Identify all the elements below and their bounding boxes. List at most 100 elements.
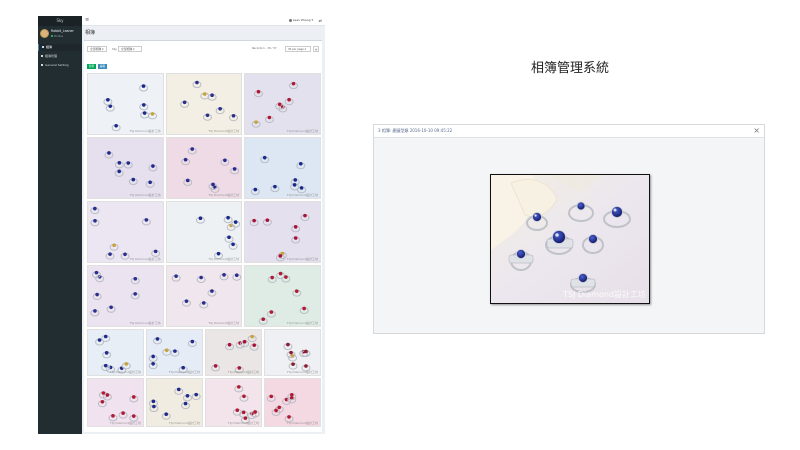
photo-grid: TSJ Diamond設計工坊 TSJ Diamond設計工坊 TSJ Diamon… <box>87 73 321 431</box>
photo-thumbnail[interactable]: TSJ Diamond設計工坊 <box>205 329 262 376</box>
content-box: 全部相簿 ▾ Sky 全部相簿 ▾ Records 1 - 30 / 37 30… <box>84 40 322 432</box>
system-title: 相簿管理系統 <box>530 61 609 76</box>
photo-thumbnail[interactable]: TSJ Diamond設計工坊 <box>244 265 321 327</box>
folder-icon <box>41 55 43 57</box>
sidebar-item-label: 相簿 <box>46 45 53 49</box>
brand-logo[interactable]: Sky <box>38 16 82 26</box>
photo-thumbnail[interactable]: TSJ Diamond設計工坊 <box>264 329 321 376</box>
thumbnail-art <box>90 270 140 317</box>
thumbnail-watermark: TSJ Diamond設計工坊 <box>208 193 240 197</box>
thumbnail-art <box>103 84 157 132</box>
topbar: ≡ Lean Zhang ▾ ⇄ <box>82 16 325 26</box>
sidebar: Sky Rabbit_Leaner Online 相簿 相簿管理 General… <box>38 16 82 434</box>
filter-row: 全部相簿 ▾ Sky 全部相簿 ▾ Records 1 - 30 / 37 30… <box>87 46 319 52</box>
per-page-select[interactable]: 30 per page ▾ <box>285 46 311 52</box>
photo-thumbnail[interactable]: TSJ Diamond設計工坊 <box>165 73 243 135</box>
album-icon <box>42 46 44 48</box>
thumbnail-art <box>195 215 240 260</box>
page-title: 相簿 <box>85 30 96 36</box>
thumbnail-art <box>259 271 309 325</box>
album-filter-value: 全部相簿 <box>90 47 102 51</box>
photo-thumbnail[interactable]: TSJ Diamond設計工坊 <box>244 137 321 199</box>
admin-app: Sky Rabbit_Leaner Online 相簿 相簿管理 General… <box>38 16 325 434</box>
user-icon <box>288 18 292 22</box>
photo-thumbnail[interactable]: TSJ Diamond設計工坊 <box>87 329 144 376</box>
photo-thumbnail[interactable]: TSJ Diamond設計工坊 <box>87 201 164 263</box>
thumbnail-art <box>232 385 260 424</box>
thumbnail-art <box>266 392 297 423</box>
thumbnail-art <box>171 273 241 309</box>
thumbnail-art <box>251 155 307 196</box>
sidebar-item-label: 相簿管理 <box>45 54 58 58</box>
photo-thumbnail[interactable]: TSJ Diamond設計工坊 <box>146 329 203 376</box>
photo-thumbnail[interactable]: TSJ Diamond設計工坊 <box>165 265 243 327</box>
photo-thumbnail[interactable]: TSJ Diamond設計工坊 <box>165 201 243 263</box>
category-filter-value: 全部相簿 <box>121 47 133 51</box>
thumbnail-watermark: TSJ Diamond設計工坊 <box>286 370 318 374</box>
modal-caption: 3 相簿: 產圖型類 2016-10-10 09:45:22 <box>378 128 453 133</box>
user-status: Online <box>51 34 63 38</box>
thumbnail-watermark: TSJ Diamond設計工坊 <box>227 421 259 425</box>
photo-thumbnail[interactable]: TSJ Diamond設計工坊 <box>87 378 144 427</box>
records-info: Records 1 - 30 / 37 <box>252 47 277 50</box>
thumbnail-watermark: TSJ Diamond設計工坊 <box>286 421 318 425</box>
thumbnail-art <box>251 81 299 128</box>
per-page-value: 30 per page <box>288 48 304 51</box>
photo-thumbnail[interactable]: TSJ Diamond設計工坊 <box>87 73 164 135</box>
close-icon[interactable]: × <box>753 126 760 136</box>
thumbnail-watermark: TSJ Diamond設計工坊 <box>227 370 259 374</box>
photo-thumbnail[interactable]: TSJ Diamond設計工坊 <box>264 378 321 427</box>
photo-thumbnail[interactable]: TSJ Diamond設計工坊 <box>165 137 243 199</box>
photo-frame: TSJ Diamond設計工坊 <box>490 174 650 304</box>
thumbnail-art <box>90 206 161 260</box>
share-icon[interactable]: ⇄ <box>319 18 322 23</box>
filter-label: Sky <box>112 47 117 51</box>
add-button[interactable]: + <box>313 46 319 52</box>
thumbnail-watermark: TSJ Diamond設計工坊 <box>109 370 141 374</box>
sidebar-item-album-admin[interactable]: 相簿管理 <box>38 53 82 60</box>
photo-watermark: TSJ Diamond設計工坊 <box>563 290 646 299</box>
thumbnail-art <box>148 387 201 420</box>
thumbnail-watermark: TSJ Diamond設計工坊 <box>129 193 161 197</box>
gear-icon <box>41 64 43 66</box>
avatar <box>40 29 49 38</box>
photo-thumbnail[interactable]: TSJ Diamond設計工坊 <box>146 378 203 427</box>
thumbnail-watermark: TSJ Diamond設計工坊 <box>208 321 240 325</box>
thumbnail-watermark: TSJ Diamond設計工坊 <box>286 129 318 133</box>
edit-button[interactable]: 編輯 <box>98 64 107 69</box>
thumbnail-watermark: TSJ Diamond設計工坊 <box>129 257 161 261</box>
user-name: Rabbit_Leaner <box>51 29 74 33</box>
sidebar-item-settings[interactable]: General Setting <box>38 62 82 69</box>
user-status-label: Online <box>54 34 64 38</box>
photo-thumbnail[interactable]: TSJ Diamond設計工坊 <box>87 265 164 327</box>
thumbnail-art <box>179 80 238 122</box>
thumbnail-watermark: TSJ Diamond設計工坊 <box>109 421 141 425</box>
photo-thumbnail[interactable]: TSJ Diamond設計工坊 <box>244 73 321 135</box>
jewelry-photo-art <box>491 175 649 303</box>
category-filter-select[interactable]: 全部相簿 ▾ <box>118 46 142 52</box>
thumbnail-art <box>180 147 239 193</box>
album-filter-select[interactable]: 全部相簿 ▾ <box>87 46 107 52</box>
thumbnail-watermark: TSJ Diamond設計工坊 <box>168 370 200 374</box>
new-button[interactable]: 新增 <box>87 64 96 69</box>
jewelry-photo[interactable]: TSJ Diamond設計工坊 <box>491 175 649 303</box>
photo-thumbnail[interactable]: TSJ Diamond設計工坊 <box>205 378 262 427</box>
hamburger-icon[interactable]: ≡ <box>85 18 89 23</box>
thumbnail-watermark: TSJ Diamond設計工坊 <box>208 129 240 133</box>
top-user-menu[interactable]: Lean Zhang ▾ <box>288 18 313 23</box>
thumbnail-watermark: TSJ Diamond設計工坊 <box>286 257 318 261</box>
modal-header: 3 相簿: 產圖型類 2016-10-10 09:45:22 × <box>374 125 764 138</box>
photo-thumbnail[interactable]: TSJ Diamond設計工坊 <box>87 137 164 199</box>
photo-modal: 3 相簿: 產圖型類 2016-10-10 09:45:22 × TSJ Dia… <box>373 124 765 334</box>
thumbnail-art <box>104 151 158 188</box>
thumbnail-art <box>249 213 310 262</box>
thumbnail-watermark: TSJ Diamond設計工坊 <box>129 129 161 133</box>
top-user-name: Lean Zhang <box>292 18 311 22</box>
thumbnail-watermark: TSJ Diamond設計工坊 <box>286 321 318 325</box>
photo-thumbnail[interactable]: TSJ Diamond設計工坊 <box>244 201 321 263</box>
thumbnail-watermark: TSJ Diamond設計工坊 <box>286 193 318 197</box>
sidebar-item-label: General Setting <box>45 63 69 67</box>
thumbnail-watermark: TSJ Diamond設計工坊 <box>129 321 161 325</box>
screen: Sky Rabbit_Leaner Online 相簿 相簿管理 General… <box>0 0 800 450</box>
sidebar-item-album[interactable]: 相簿 <box>38 44 82 51</box>
